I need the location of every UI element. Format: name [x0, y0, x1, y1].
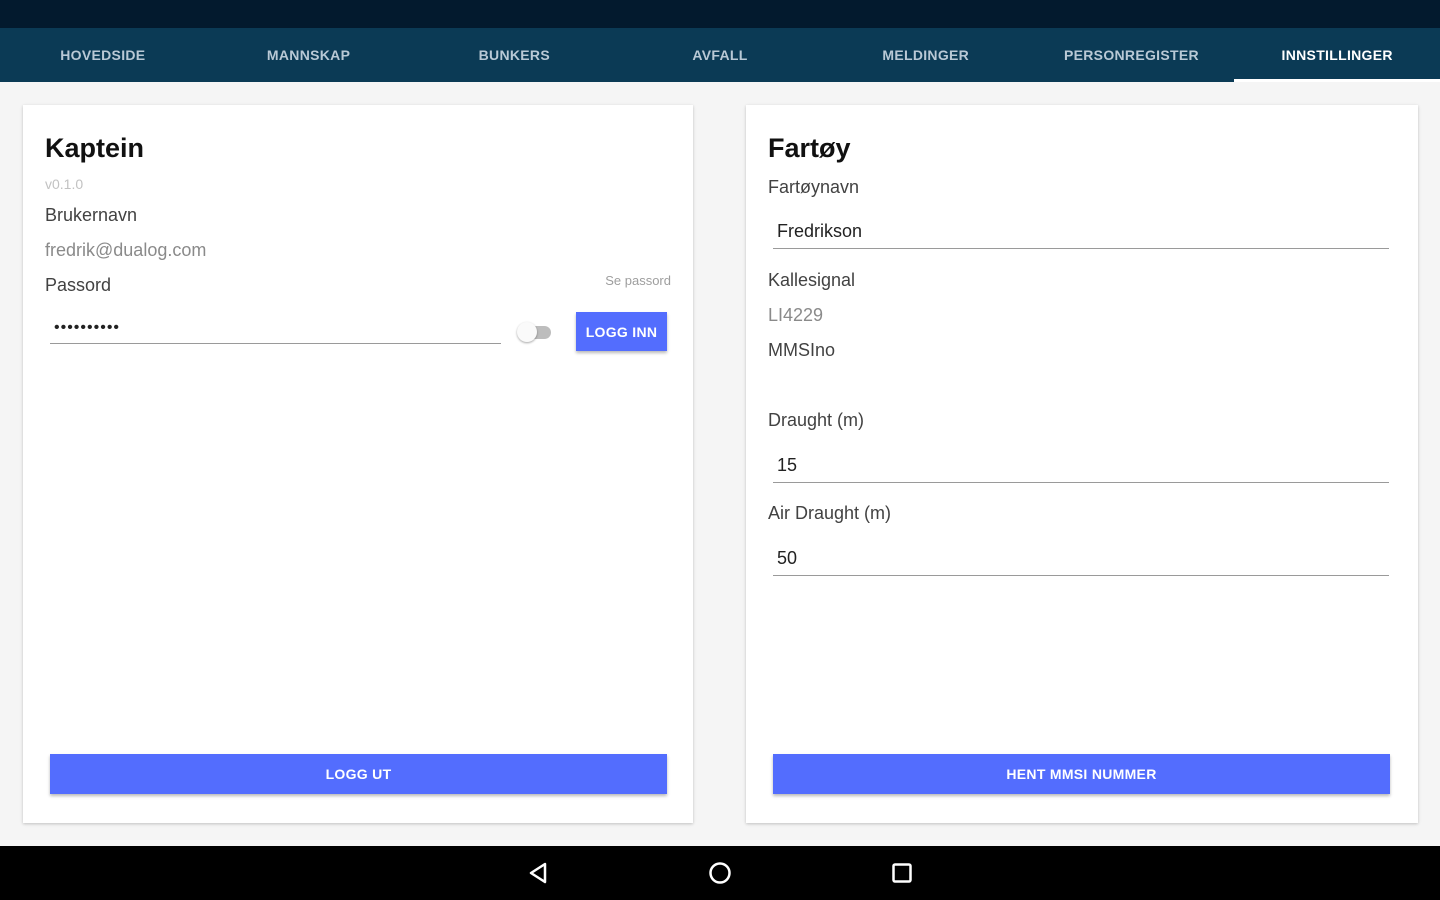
tab-avfall[interactable]: AVFALL [617, 28, 823, 82]
air-draught-label: Air Draught (m) [768, 503, 892, 523]
captain-card: Kaptein v0.1.0 Brukernavn fredrik@dualog… [23, 105, 693, 823]
password-label: Passord [45, 275, 112, 295]
tab-bunkers[interactable]: BUNKERS [411, 28, 617, 82]
vessel-name-label: Fartøynavn [768, 177, 860, 197]
username-value: fredrik@dualog.com [45, 240, 207, 260]
callsign-label: Kallesignal [768, 270, 856, 290]
vessel-name-field[interactable] [773, 221, 1389, 249]
show-password-label: Se passord [605, 273, 671, 288]
recents-icon[interactable] [888, 859, 916, 887]
navigation-bar [0, 846, 1440, 900]
toggle-thumb [517, 322, 537, 342]
password-field[interactable] [50, 319, 501, 344]
status-bar [0, 0, 1440, 28]
tab-mannskap[interactable]: MANNSKAP [206, 28, 412, 82]
captain-title: Kaptein [45, 133, 145, 163]
air-draught-field[interactable] [773, 548, 1389, 576]
tab-hovedside[interactable]: HOVEDSIDE [0, 28, 206, 82]
tab-meldinger[interactable]: MELDINGER [823, 28, 1029, 82]
draught-label: Draught (m) [768, 410, 865, 430]
fetch-mmsi-button[interactable]: HENT MMSI NUMMER [773, 754, 1390, 794]
tab-innstillinger[interactable]: INNSTILLINGER [1234, 28, 1440, 82]
logout-button[interactable]: LOGG UT [50, 754, 667, 794]
tab-bar: HOVEDSIDE MANNSKAP BUNKERS AVFALL MELDIN… [0, 28, 1440, 82]
username-label: Brukernavn [45, 205, 138, 225]
vessel-card: Fartøy Fartøynavn Kallesignal LI4229 MMS… [746, 105, 1418, 823]
callsign-value: LI4229 [768, 305, 824, 325]
draught-field[interactable] [773, 455, 1389, 483]
tab-personregister[interactable]: PERSONREGISTER [1029, 28, 1235, 82]
home-icon[interactable] [706, 859, 734, 887]
login-button[interactable]: LOGG INN [576, 312, 667, 351]
back-icon[interactable] [525, 859, 553, 887]
show-password-toggle[interactable] [517, 322, 553, 342]
vessel-title: Fartøy [768, 133, 851, 163]
app-version: v0.1.0 [45, 176, 84, 192]
mmsi-label: MMSIno [768, 340, 836, 360]
